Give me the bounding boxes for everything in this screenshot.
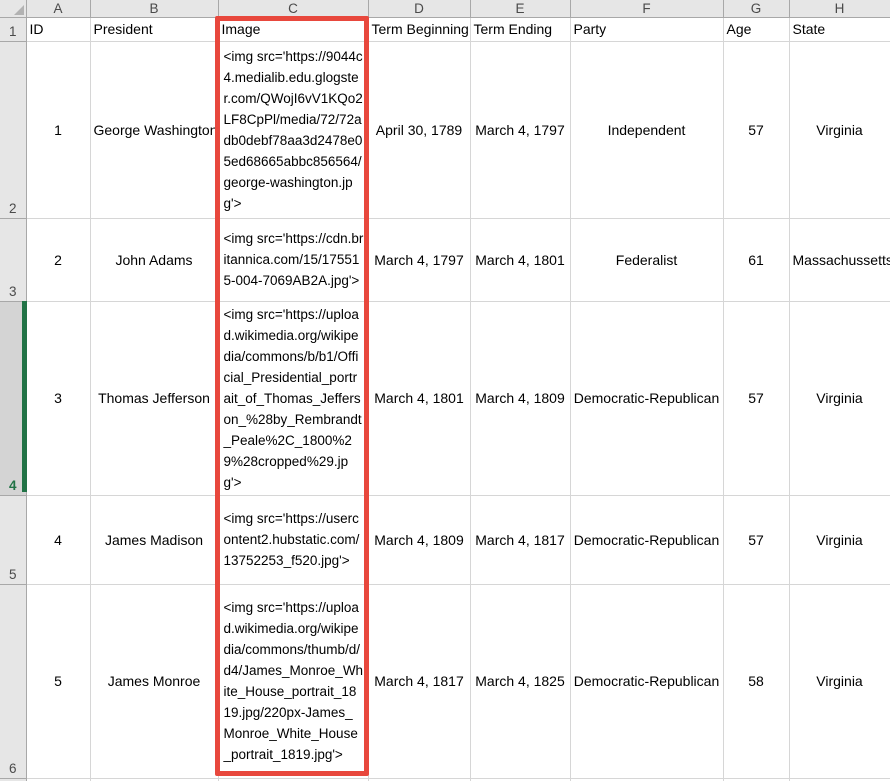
cell-d3[interactable]: March 4, 1797 [368,218,470,301]
cell-e1[interactable]: Term Ending [470,17,570,41]
cell-h3[interactable]: Massachussetts [789,218,890,301]
cell-h6[interactable]: Virginia [789,584,890,778]
cell-g2[interactable]: 57 [723,41,789,218]
cell-b5[interactable]: James Madison [90,495,218,584]
cell-b3[interactable]: John Adams [90,218,218,301]
select-all-triangle-icon [14,5,24,15]
row-header-3[interactable]: 3 [0,218,26,301]
cell-a3[interactable]: 2 [26,218,90,301]
column-header-d[interactable]: D [368,0,470,17]
cell-e3[interactable]: March 4, 1801 [470,218,570,301]
column-header-e[interactable]: E [470,0,570,17]
column-header-b[interactable]: B [90,0,218,17]
cell-e6[interactable]: March 4, 1825 [470,584,570,778]
column-header-a[interactable]: A [26,0,90,17]
cell-c2[interactable]: <img src='https://9044c4.medialib.edu.gl… [218,41,368,218]
cell-a1[interactable]: ID [26,17,90,41]
cell-b6[interactable]: James Monroe [90,584,218,778]
column-header-row: A B C D E F G H [0,0,890,17]
cell-e5[interactable]: March 4, 1817 [470,495,570,584]
cell-f1[interactable]: Party [570,17,723,41]
cell-f6[interactable]: Democratic-Republican [570,584,723,778]
cell-d4[interactable]: March 4, 1801 [368,301,470,495]
row-header-2[interactable]: 2 [0,41,26,218]
cell-a2[interactable]: 1 [26,41,90,218]
cell-c1[interactable]: Image [218,17,368,41]
cell-e2[interactable]: March 4, 1797 [470,41,570,218]
cell-b2[interactable]: George Washington [90,41,218,218]
cell-d5[interactable]: March 4, 1809 [368,495,470,584]
cell-d2[interactable]: April 30, 1789 [368,41,470,218]
cell-h2[interactable]: Virginia [789,41,890,218]
column-header-c[interactable]: C [218,0,368,17]
cell-d6[interactable]: March 4, 1817 [368,584,470,778]
cell-f2[interactable]: Independent [570,41,723,218]
row-header-1[interactable]: 1 [0,17,26,41]
cell-c4[interactable]: <img src='https://upload.wikimedia.org/w… [218,301,368,495]
column-header-h[interactable]: H [789,0,890,17]
cell-g5[interactable]: 57 [723,495,789,584]
sheet-row-3: 3 2 John Adams <img src='https://cdn.bri… [0,218,890,301]
cell-h1[interactable]: State [789,17,890,41]
spreadsheet-viewport: A B C D E F G H 1 ID President Image Ter… [0,0,890,781]
cell-a5[interactable]: 4 [26,495,90,584]
cell-a6[interactable]: 5 [26,584,90,778]
row-header-5[interactable]: 5 [0,495,26,584]
cell-c5[interactable]: <img src='https://usercontent2.hubstatic… [218,495,368,584]
sheet-row-2: 2 1 George Washington <img src='https://… [0,41,890,218]
cell-e4[interactable]: March 4, 1809 [470,301,570,495]
cell-g4[interactable]: 57 [723,301,789,495]
cell-g6[interactable]: 58 [723,584,789,778]
cell-g3[interactable]: 61 [723,218,789,301]
sheet-row-4: 4 3 Thomas Jefferson <img src='https://u… [0,301,890,495]
cell-b4[interactable]: Thomas Jefferson [90,301,218,495]
sheet-row-6: 6 5 James Monroe <img src='https://uploa… [0,584,890,778]
cell-c6[interactable]: <img src='https://upload.wikimedia.org/w… [218,584,368,778]
active-row-accent [22,301,27,492]
cell-f5[interactable]: Democratic-Republican [570,495,723,584]
cell-c3[interactable]: <img src='https://cdn.britannica.com/15/… [218,218,368,301]
cell-h4[interactable]: Virginia [789,301,890,495]
cell-g1[interactable]: Age [723,17,789,41]
spreadsheet-grid: A B C D E F G H 1 ID President Image Ter… [0,0,890,781]
sheet-row-1: 1 ID President Image Term Beginning Term… [0,17,890,41]
cell-d1[interactable]: Term Beginning [368,17,470,41]
cell-h5[interactable]: Virginia [789,495,890,584]
cell-f3[interactable]: Federalist [570,218,723,301]
select-all-corner[interactable] [0,0,26,17]
cell-f4[interactable]: Democratic-Republican [570,301,723,495]
cell-a4[interactable]: 3 [26,301,90,495]
column-header-g[interactable]: G [723,0,789,17]
row-header-6[interactable]: 6 [0,584,26,778]
column-header-f[interactable]: F [570,0,723,17]
cell-b1[interactable]: President [90,17,218,41]
sheet-row-5: 5 4 James Madison <img src='https://user… [0,495,890,584]
